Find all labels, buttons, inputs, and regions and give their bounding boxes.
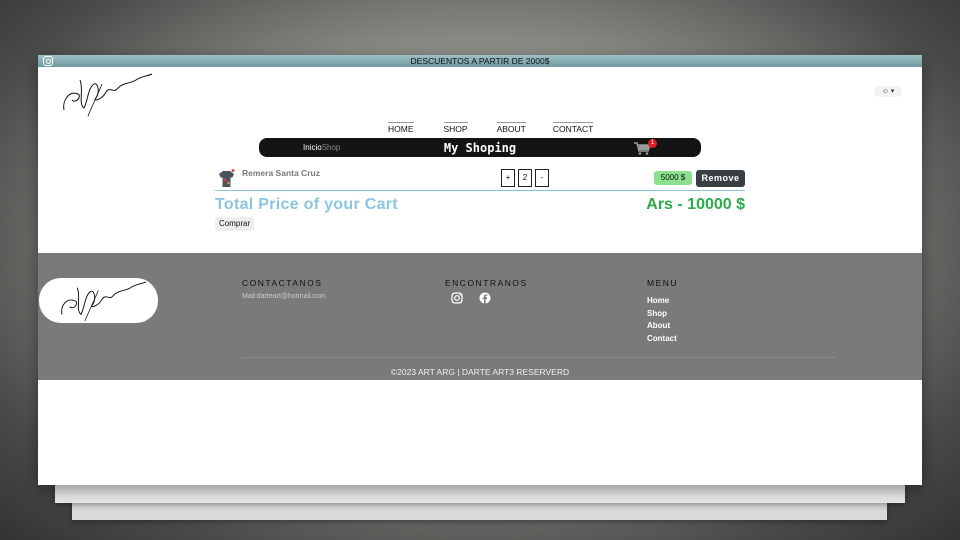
nav-home[interactable]: HOME xyxy=(388,122,414,134)
total-price-value: Ars - 10000 $ xyxy=(646,196,745,213)
cart-item-row: Remera Santa Cruz + 2 - 5000 $ Remove xyxy=(215,165,745,191)
cart-count-badge: 1 xyxy=(648,139,657,148)
footer-link-home[interactable]: Home xyxy=(647,295,677,308)
footer-link-about[interactable]: About xyxy=(647,320,677,333)
copyright-text: ©2023 ART ARG | DARTE ART3 RESERVERD xyxy=(390,367,570,377)
site-footer: CONTACTANOS Mail:darteart@hotmail.com EN… xyxy=(38,253,922,380)
quantity-value: 2 xyxy=(518,169,532,187)
product-thumbnail xyxy=(219,169,235,187)
facebook-icon[interactable] xyxy=(479,292,491,304)
product-name: Remera Santa Cruz xyxy=(242,168,320,178)
buy-button[interactable]: Comprar xyxy=(215,217,255,231)
quantity-stepper: + 2 - xyxy=(501,169,549,187)
nav-about[interactable]: ABOUT xyxy=(496,122,526,134)
increase-quantity-button[interactable]: + xyxy=(501,169,515,187)
footer-signature-logo[interactable] xyxy=(39,278,158,323)
user-menu-dropdown[interactable]: ☺ ▾ xyxy=(874,86,902,97)
footer-menu: Home Shop About Contact xyxy=(647,295,677,345)
promo-bar: DESCUENTOS A PARTIR DE 2000$ xyxy=(38,55,922,67)
footer-divider xyxy=(242,357,836,358)
window-shadow-back xyxy=(72,500,887,520)
nav-contact[interactable]: CONTACT xyxy=(552,122,594,134)
contact-heading: CONTACTANOS xyxy=(242,278,323,288)
instagram-icon[interactable] xyxy=(451,292,463,304)
item-price-badge: 5000 $ xyxy=(654,171,692,185)
main-nav: HOME SHOP ABOUT CONTACT xyxy=(388,122,594,134)
signature-logo[interactable] xyxy=(58,70,158,118)
footer-link-contact[interactable]: Contact xyxy=(647,333,677,346)
find-us-heading: ENCONTRANOS xyxy=(445,278,528,288)
footer-link-shop[interactable]: Shop xyxy=(647,308,677,321)
shop-header-bar: InicioShop My Shoping 1 xyxy=(259,138,701,157)
menu-heading: MENU xyxy=(647,278,679,288)
nav-shop[interactable]: SHOP xyxy=(443,122,468,134)
total-price-label: Total Price of your Cart xyxy=(215,196,398,213)
remove-item-button[interactable]: Remove xyxy=(696,170,745,187)
caret-down-icon: ▾ xyxy=(890,88,895,95)
decrease-quantity-button[interactable]: - xyxy=(535,169,549,187)
contact-email[interactable]: Mail:darteart@hotmail.com xyxy=(242,293,326,300)
window-shadow-middle xyxy=(55,485,905,503)
user-icon: ☺ xyxy=(881,88,889,95)
promo-text: DESCUENTOS A PARTIR DE 2000$ xyxy=(410,56,550,66)
browser-window: DESCUENTOS A PARTIR DE 2000$ ☺ ▾ HOME SH… xyxy=(38,55,922,485)
